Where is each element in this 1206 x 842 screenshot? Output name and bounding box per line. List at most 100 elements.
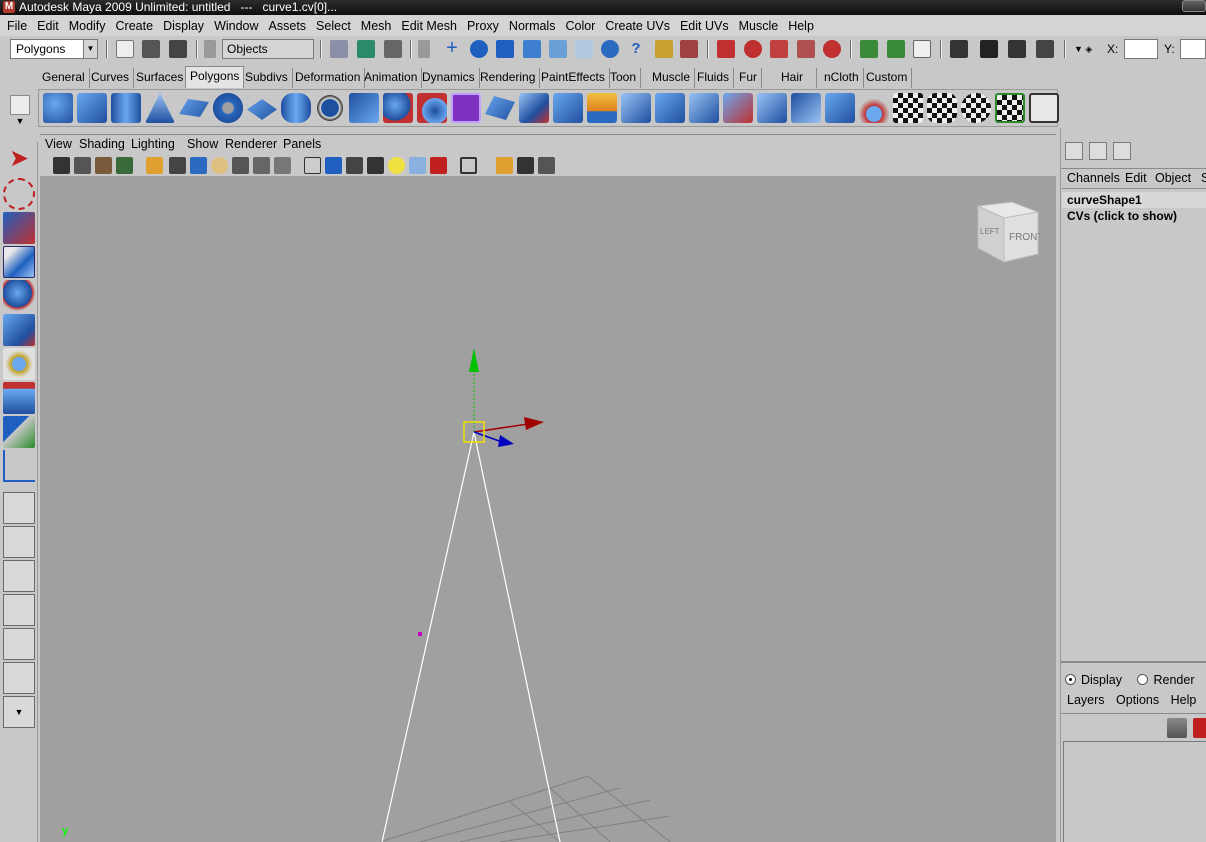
bookmarks-icon[interactable] — [95, 157, 112, 174]
single-perspective-layout-icon[interactable] — [3, 492, 35, 524]
isolate-select-icon[interactable] — [460, 157, 477, 174]
split-polygon-icon[interactable] — [655, 93, 685, 123]
highlight-selection-icon[interactable] — [680, 40, 698, 58]
cb-menu-object[interactable]: Object — [1155, 171, 1191, 185]
perspective-viewport[interactable]: LEFT FRONT y — [40, 176, 1056, 842]
planar-mapping-icon[interactable] — [893, 93, 923, 123]
textured-icon[interactable] — [367, 157, 384, 174]
poly-plane-icon[interactable] — [179, 99, 209, 117]
le-menu-help[interactable]: Help — [1171, 693, 1197, 707]
poly-prism-icon[interactable] — [247, 99, 277, 120]
xray-active-components-icon[interactable] — [538, 157, 555, 174]
render-view-icon[interactable] — [950, 40, 968, 58]
persp-graph-hypergraph-layout-icon[interactable] — [3, 662, 35, 694]
film-gate-icon[interactable] — [169, 157, 186, 174]
tab-dynamics[interactable]: Dynamics — [418, 68, 480, 88]
selection-mode-field[interactable]: Objects — [222, 39, 314, 59]
poly-cylinder-icon[interactable] — [111, 93, 141, 123]
fill-hole-icon[interactable] — [791, 93, 821, 123]
le-menu-layers[interactable]: Layers — [1067, 693, 1105, 707]
safe-title-icon[interactable] — [274, 157, 291, 174]
layer-list[interactable] — [1063, 741, 1206, 842]
menu-create-uvs[interactable]: Create UVs — [600, 16, 675, 36]
panel-menu-view[interactable]: View — [45, 137, 72, 151]
channel-box-icon[interactable] — [1065, 142, 1083, 160]
xray-icon[interactable] — [496, 157, 513, 174]
rotate-tool-icon[interactable] — [3, 280, 35, 312]
panel-menu-show[interactable]: Show — [187, 137, 218, 151]
poly-cone-icon[interactable] — [145, 93, 175, 123]
tab-custom[interactable]: Custom — [862, 68, 913, 88]
soft-modification-icon[interactable] — [3, 382, 35, 414]
high-quality-icon[interactable] — [430, 157, 447, 174]
menu-display[interactable]: Display — [158, 16, 209, 36]
mask-dropdown-icon[interactable] — [418, 40, 430, 58]
reduce-icon[interactable] — [485, 96, 515, 120]
tab-rendering[interactable]: Rendering — [476, 68, 541, 88]
slide-edge-icon[interactable] — [757, 93, 787, 123]
cb-menu-edit[interactable]: Edit — [1125, 171, 1147, 185]
lasso-tool-icon[interactable] — [3, 178, 35, 210]
menu-color[interactable]: Color — [560, 16, 600, 36]
menu-edit[interactable]: Edit — [32, 16, 64, 36]
menu-file[interactable]: File — [2, 16, 32, 36]
panel-menu-shading[interactable]: Shading — [79, 137, 125, 151]
tab-animation[interactable]: Animation — [360, 68, 423, 88]
tab-ncloth[interactable]: nCloth — [820, 68, 864, 88]
make-live-icon[interactable] — [823, 40, 841, 58]
combine-icon[interactable] — [349, 93, 379, 123]
minimize-button[interactable] — [1182, 0, 1206, 12]
x-input[interactable] — [1124, 39, 1158, 59]
select-camera-icon[interactable] — [53, 157, 70, 174]
menu-muscle[interactable]: Muscle — [734, 16, 784, 36]
input-ops-icon[interactable] — [860, 40, 878, 58]
merge-icon[interactable] — [825, 93, 855, 123]
select-tool-icon[interactable]: ➤ — [3, 144, 35, 176]
output-ops-icon[interactable] — [887, 40, 905, 58]
menu-edit-mesh[interactable]: Edit Mesh — [396, 16, 462, 36]
move-tool-icon[interactable] — [3, 246, 35, 278]
xray-joints-icon[interactable] — [517, 157, 534, 174]
bridge-icon[interactable] — [587, 93, 617, 123]
y-input[interactable] — [1180, 39, 1206, 59]
tab-toon[interactable]: Toon — [606, 68, 642, 88]
smooth-shade-icon[interactable] — [325, 157, 342, 174]
open-scene-icon[interactable] — [142, 40, 160, 58]
panel-menu-panels[interactable]: Panels — [283, 137, 321, 151]
snap-point-icon[interactable] — [770, 40, 788, 58]
hypershade-persp-layout-icon[interactable] — [3, 628, 35, 660]
menu-proxy[interactable]: Proxy — [462, 16, 504, 36]
scene-canvas[interactable] — [40, 176, 1056, 842]
radio-render-indicator[interactable] — [1137, 674, 1149, 685]
soft-modify-icon[interactable] — [859, 93, 889, 123]
tab-hair[interactable]: Hair — [777, 68, 817, 88]
select-all-icon[interactable]: + — [443, 38, 461, 58]
camera-attributes-icon[interactable] — [74, 157, 91, 174]
surface-mask-icon[interactable] — [523, 40, 541, 58]
last-tool-icon[interactable] — [3, 450, 35, 482]
panel-menu-renderer[interactable]: Renderer — [225, 137, 277, 151]
tab-muscle[interactable]: Muscle — [648, 68, 696, 88]
construction-history-icon[interactable] — [913, 40, 931, 58]
save-scene-icon[interactable] — [169, 40, 187, 58]
deformer-mask-icon[interactable] — [549, 40, 567, 58]
tab-polygons[interactable]: Polygons — [185, 66, 245, 88]
offset-edge-loop-icon[interactable] — [723, 93, 753, 123]
snap-curve-icon[interactable] — [744, 40, 762, 58]
persp-graph-layout-icon[interactable] — [3, 594, 35, 626]
tab-deformation[interactable]: Deformation — [291, 68, 366, 88]
new-scene-icon[interactable] — [116, 40, 134, 58]
boolean-icon[interactable] — [417, 93, 447, 123]
gate-mask-icon[interactable] — [211, 157, 228, 174]
smooth-icon[interactable] — [451, 93, 481, 123]
automatic-mapping-icon[interactable] — [995, 93, 1025, 123]
panel-menu-lighting[interactable]: Lighting — [131, 137, 175, 151]
show-manipulator-icon[interactable] — [3, 416, 35, 448]
menu-set-dropdown[interactable]: Polygons ▼ — [10, 39, 98, 59]
tab-painteffects[interactable]: PaintEffects — [537, 68, 610, 88]
tab-curves[interactable]: Curves — [87, 68, 135, 88]
cylindrical-mapping-icon[interactable] — [927, 93, 957, 123]
menu-select[interactable]: Select — [311, 16, 356, 36]
select-object-icon[interactable] — [357, 40, 375, 58]
viewcube[interactable]: LEFT FRONT — [968, 200, 1040, 264]
